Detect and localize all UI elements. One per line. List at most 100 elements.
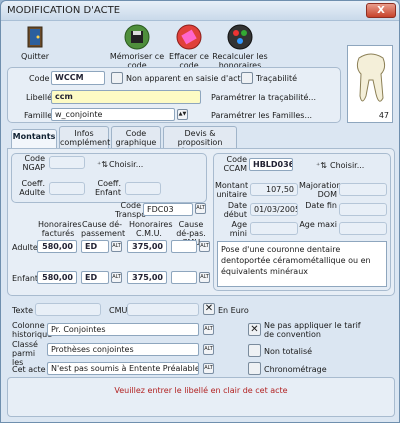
date-fin-label: Date fin	[305, 201, 337, 210]
ccam-choose-icon[interactable]: ⁺⇅	[316, 161, 327, 170]
tab-devis[interactable]: Devis & proposition thérapeutique	[163, 126, 237, 156]
coeff-enfant-label: Coeff. Enfant	[94, 179, 121, 197]
not-shown-checkbox[interactable]	[111, 72, 123, 84]
tab-code-graphique[interactable]: Code graphique	[111, 126, 161, 148]
quit-label: Quitter	[20, 52, 50, 61]
age-mini-label: Age mini	[229, 220, 247, 238]
cet-acte-field[interactable]: N'est pas soumis à Entente Préalable	[47, 362, 199, 375]
date-debut-label: Date début	[223, 201, 247, 219]
cet-acte-dropdown-button[interactable]: ALT	[203, 363, 214, 374]
cause-cmu-dropdown-button[interactable]: ALT	[199, 241, 210, 252]
date-debut-field: 01/03/2005	[250, 203, 298, 216]
code-field[interactable]: WCCM	[51, 71, 105, 85]
param-traceability-link[interactable]: Paramétrer la traçabilité...	[211, 93, 316, 102]
code-transpo-dropdown-button[interactable]: ALT	[195, 203, 206, 214]
ccam-choose-link[interactable]: Choisir...	[330, 161, 364, 170]
honoraires-field[interactable]: 580,00	[37, 271, 77, 284]
classe-label: Classé parmi les	[12, 340, 38, 367]
chrono-label: Chronométrage	[264, 365, 327, 374]
cmu-label: CMU	[109, 306, 128, 315]
coeff-enfant-field[interactable]	[125, 182, 161, 195]
ccam-code-field[interactable]: HBLD036	[249, 158, 293, 171]
cause-dep-field[interactable]: ED	[81, 240, 109, 253]
non-totalise-checkbox[interactable]	[248, 344, 261, 357]
majoration-field	[339, 183, 387, 196]
libelle-label: Libellé	[26, 93, 53, 102]
date-fin-field	[339, 203, 387, 216]
traceability-checkbox[interactable]	[241, 72, 253, 84]
no-tarif-label: Ne pas appliquer le tarif de convention	[264, 321, 361, 339]
tooth-image: 47	[347, 45, 393, 123]
ngap-choose-link[interactable]: Choisir...	[109, 160, 143, 169]
coeff-adulte-label: Coeff. Adulte	[19, 179, 45, 197]
cause-cmu-dropdown-button[interactable]: ALT	[199, 272, 210, 283]
age-maxi-field	[339, 222, 387, 235]
cmu-field[interactable]	[127, 303, 199, 316]
tab-montants[interactable]: Montants	[11, 129, 57, 149]
col-honoraires-label: Honoraires facturés	[38, 220, 82, 238]
en-euro-checkbox[interactable]: ✕	[203, 303, 215, 315]
no-tarif-checkbox[interactable]: ✕	[248, 323, 261, 336]
ccam-code-label: Code CCAM	[223, 155, 247, 173]
famille-label: Famille	[24, 111, 53, 120]
libelle-field[interactable]: ccm	[51, 90, 201, 104]
ngap-choose-icon[interactable]: ⁺⇅	[97, 160, 108, 169]
col-cause-dep-label: Cause dé-passement	[81, 220, 126, 238]
quit-button[interactable]: Quitter	[15, 24, 55, 61]
tooth-icon	[356, 53, 386, 102]
texte-field[interactable]	[35, 303, 101, 316]
classe-field[interactable]: Prothèses conjointes	[47, 343, 199, 356]
famille-field[interactable]: w_conjointe	[51, 108, 175, 121]
montant-label: Montant unitaire	[215, 181, 249, 199]
colonne-dropdown-button[interactable]: ALT	[203, 324, 214, 335]
tab-infos[interactable]: Infos complément.	[59, 126, 113, 148]
texte-label: Texte	[12, 306, 34, 315]
code-transpo-label: Code Transpo	[115, 201, 147, 219]
quit-icon	[27, 26, 43, 48]
hono-cmu-field[interactable]: 375,00	[127, 240, 167, 253]
coeff-adulte-field[interactable]	[49, 182, 85, 195]
erase-button[interactable]: Effacer ce code	[165, 24, 213, 70]
memorise-button[interactable]: Mémoriser ce code	[109, 24, 165, 70]
window-title: MODIFICATION D'ACTE	[7, 5, 121, 16]
row-label: Enfant	[12, 274, 39, 283]
cause-dep-dropdown-button[interactable]: ALT	[111, 241, 122, 252]
not-shown-label: Non apparent en saisie d'actes	[126, 74, 250, 83]
status-message: Veuillez entrer le libellé en clair de c…	[7, 377, 395, 417]
param-families-link[interactable]: Paramétrer les Familles...	[211, 111, 312, 120]
cause-dep-dropdown-button[interactable]: ALT	[111, 272, 122, 283]
chrono-checkbox[interactable]	[248, 362, 261, 375]
colonne-field[interactable]: Pr. Conjointes	[47, 323, 199, 336]
non-totalise-label: Non totalisé	[264, 347, 313, 356]
tooth-number: 47	[378, 111, 389, 120]
code-label: Code	[29, 74, 50, 83]
age-maxi-label: Age maxi	[299, 220, 337, 229]
row-label: Adulte	[12, 243, 38, 252]
cause-dep-field[interactable]: ED	[81, 271, 109, 284]
floppy-icon	[124, 24, 150, 50]
code-transpo-field[interactable]: FDC03	[143, 203, 193, 216]
colonne-label: Colonne historique	[12, 321, 53, 339]
cause-cmu-field[interactable]	[171, 271, 197, 284]
age-mini-field	[250, 222, 298, 235]
ngap-code-field[interactable]	[49, 156, 85, 169]
col-hono-cmu-label: Honoraires C.M.U.	[129, 220, 173, 238]
close-button[interactable]: X	[366, 3, 396, 18]
recalc-icon	[227, 24, 253, 50]
title-bar: MODIFICATION D'ACTE X	[1, 1, 399, 21]
majoration-label: Majoration DOM	[299, 181, 342, 199]
honoraires-field[interactable]: 580,00	[37, 240, 77, 253]
cause-cmu-field[interactable]	[171, 240, 197, 253]
montant-field: 107,50	[250, 183, 298, 196]
cet-acte-label: Cet acte	[12, 365, 46, 374]
famille-dropdown-button[interactable]: ▲▼	[177, 109, 188, 120]
classe-dropdown-button[interactable]: ALT	[203, 344, 214, 355]
eraser-icon	[176, 24, 202, 50]
recalc-button[interactable]: Recalculer les honoraires	[211, 24, 269, 70]
traceability-label: Traçabilité	[256, 74, 298, 83]
ccam-description: Pose d'une couronne dentaire dentoportée…	[217, 241, 387, 287]
hono-cmu-field[interactable]: 375,00	[127, 271, 167, 284]
window: MODIFICATION D'ACTE X Quitter Mémoriser …	[0, 0, 400, 423]
en-euro-label: En Euro	[218, 306, 249, 315]
ngap-code-label: Code NGAP	[22, 154, 45, 172]
